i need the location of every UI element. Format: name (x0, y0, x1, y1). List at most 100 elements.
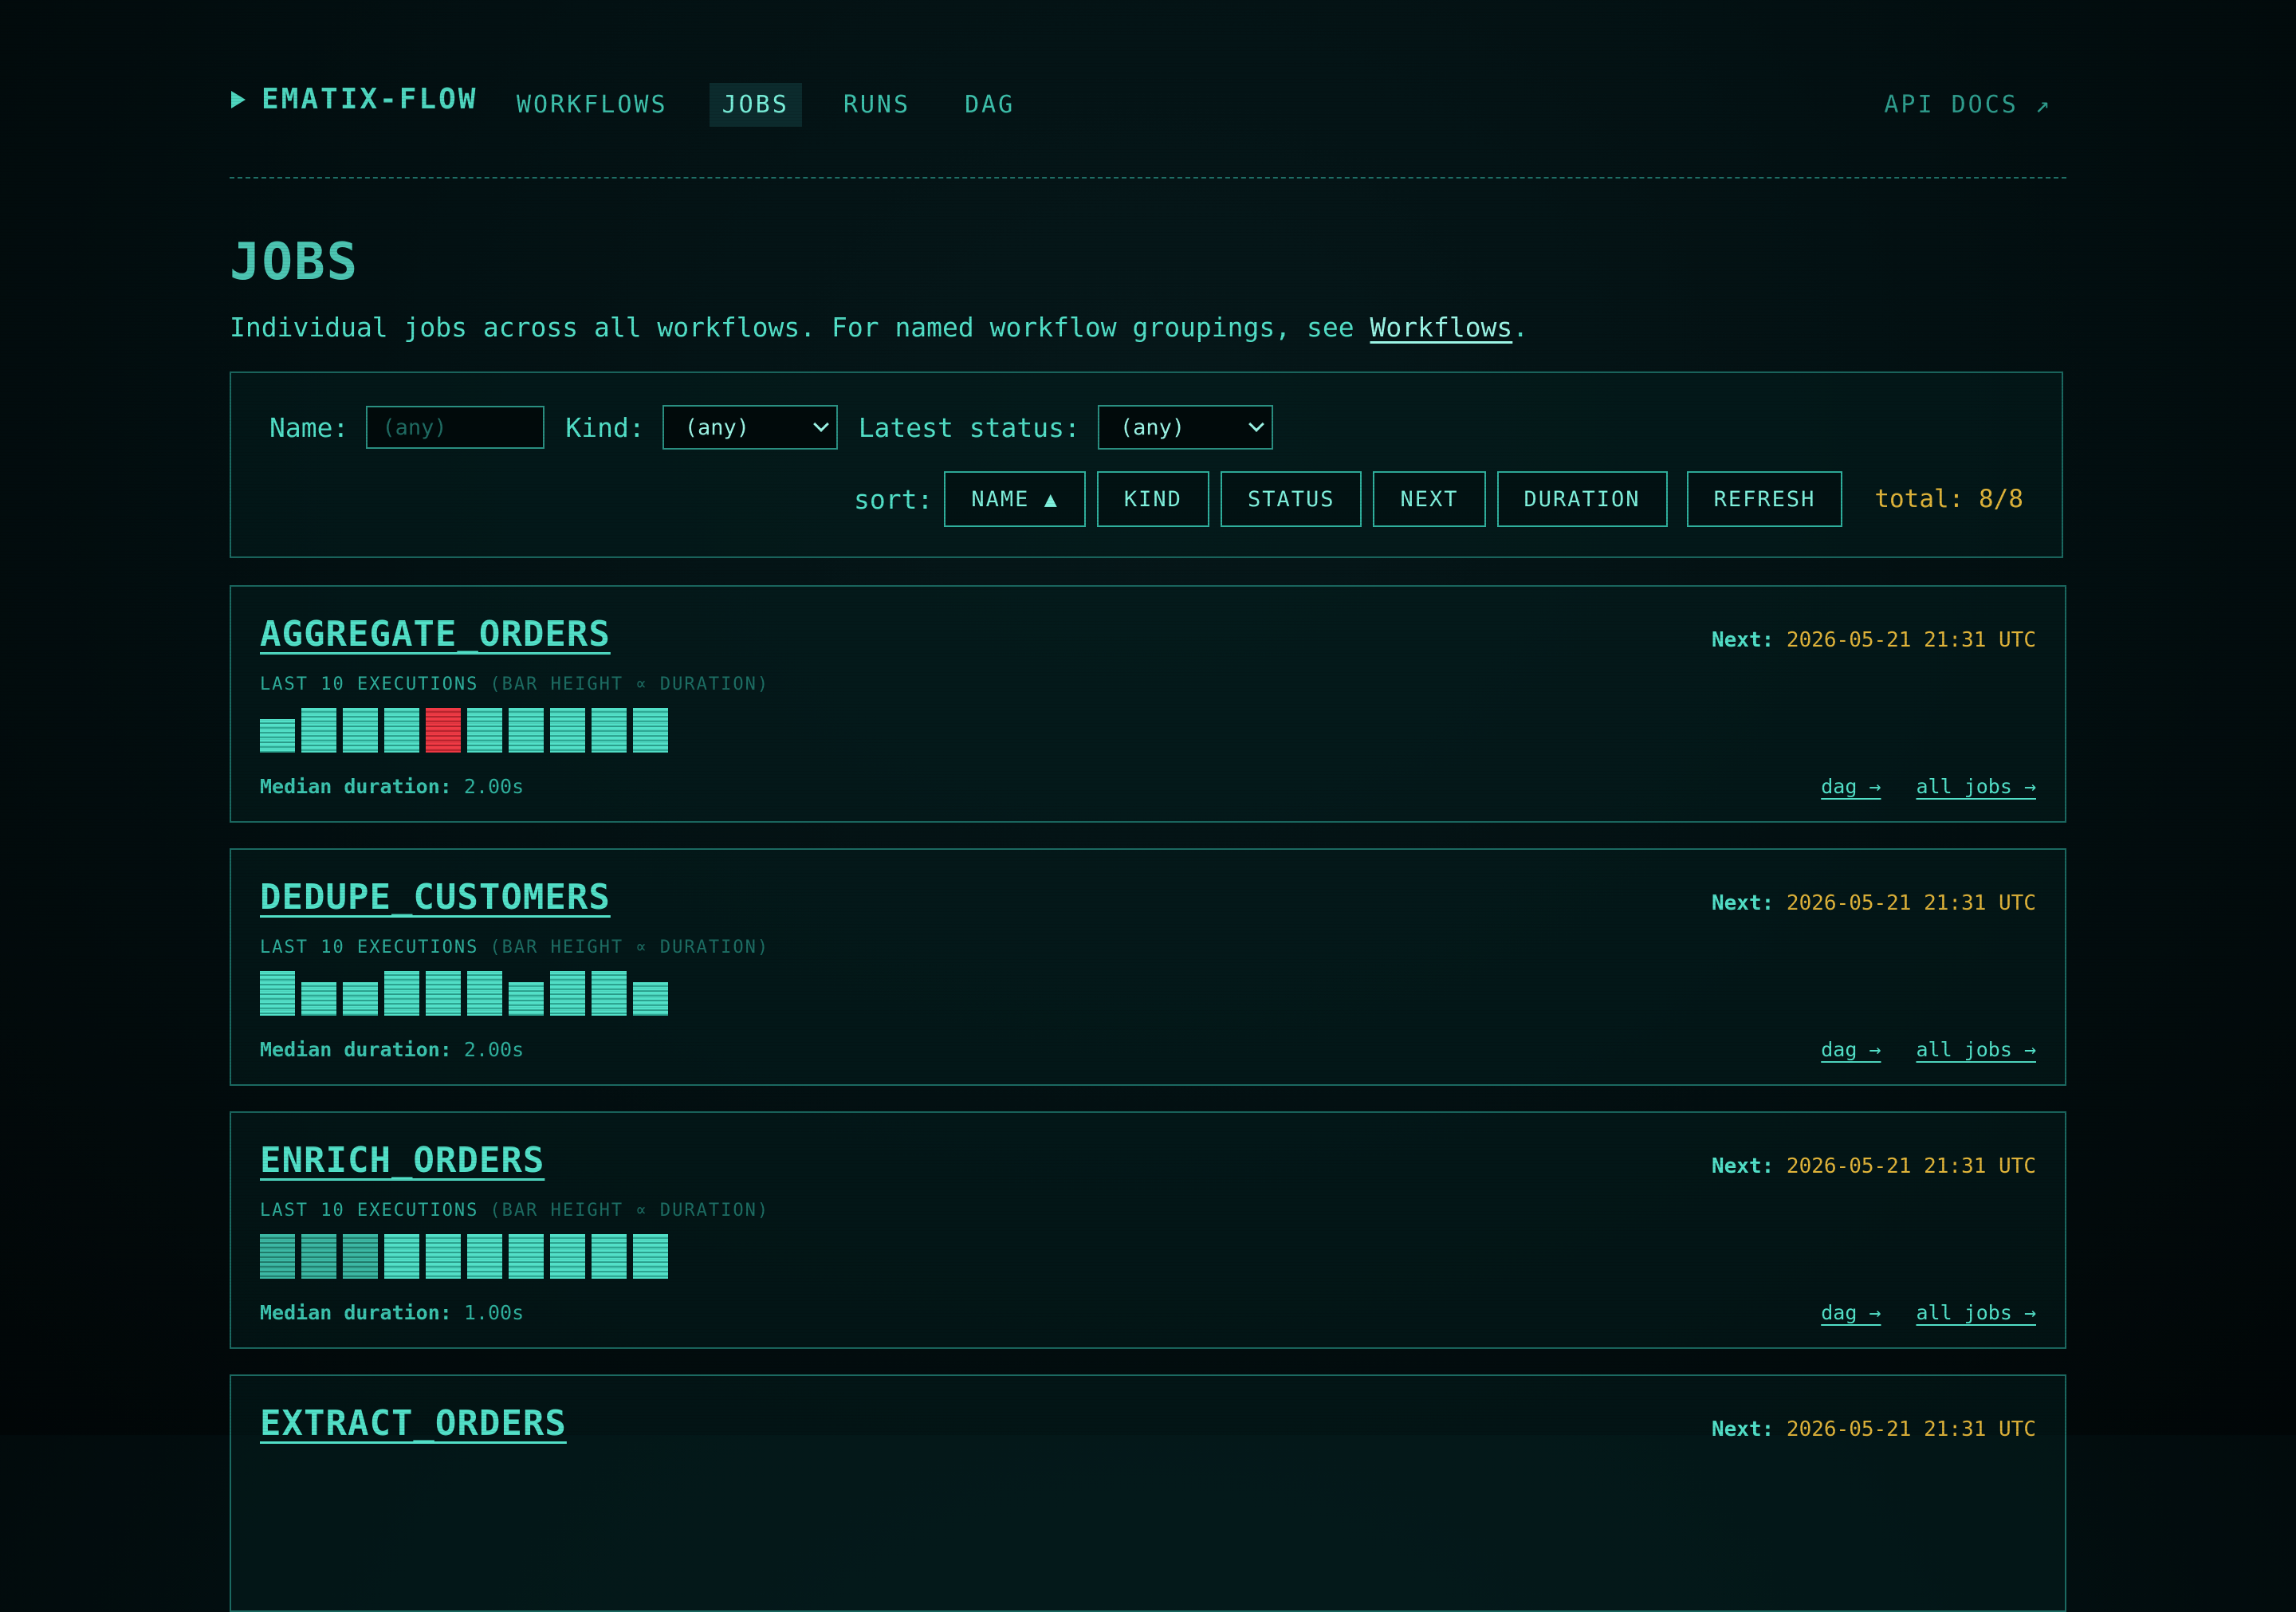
brand-name: EMATIX-FLOW (261, 83, 478, 116)
job-name-link[interactable]: ENRICH_ORDERS (260, 1140, 545, 1181)
median-duration: Median duration: 1.00s (260, 1301, 524, 1324)
page-container: EMATIX-FLOW WORKFLOWS JOBS RUNS DAG API … (230, 0, 2066, 1612)
sort-status-button[interactable]: STATUS (1220, 471, 1362, 527)
next-value: 2026-05-21 21:31 UTC (1786, 891, 2036, 915)
execution-bar[interactable] (301, 982, 336, 1016)
next-value: 2026-05-21 21:31 UTC (1786, 1417, 2036, 1441)
executions-label: LAST 10 EXECUTIONS (BAR HEIGHT ∝ DURATION… (260, 938, 769, 957)
executions-title: LAST 10 EXECUTIONS (260, 674, 479, 694)
execution-bar[interactable] (301, 1234, 336, 1279)
kind-filter-select[interactable]: (any) (662, 405, 838, 450)
median-label: Median duration: (260, 775, 452, 798)
execution-bar[interactable] (467, 971, 502, 1016)
all-jobs-link[interactable]: all jobs → (1916, 1301, 2036, 1324)
job-name-link[interactable]: EXTRACT_ORDERS (260, 1403, 567, 1444)
dag-link[interactable]: dag → (1821, 1038, 1881, 1061)
job-links: dag → all jobs → (1786, 1038, 2036, 1061)
workflows-link[interactable]: Workflows (1370, 312, 1512, 343)
execution-bars (260, 971, 674, 1016)
execution-bar[interactable] (260, 971, 295, 1016)
nav-link-runs[interactable]: RUNS (831, 83, 923, 127)
job-name-link[interactable]: AGGREGATE_ORDERS (260, 614, 611, 655)
status-filter-select[interactable]: (any) (1097, 405, 1273, 450)
api-docs-link[interactable]: API DOCS ↗ (1884, 91, 2052, 119)
sort-name-button[interactable]: NAME ▲ (944, 471, 1086, 527)
execution-bar[interactable] (260, 719, 295, 753)
execution-bar[interactable] (343, 708, 378, 753)
job-links: dag → all jobs → (1786, 1301, 2036, 1324)
execution-bar[interactable] (384, 1234, 419, 1279)
executions-label: LAST 10 EXECUTIONS (BAR HEIGHT ∝ DURATION… (260, 1201, 769, 1221)
all-jobs-link[interactable]: all jobs → (1916, 1038, 2036, 1061)
executions-note: (BAR HEIGHT ∝ DURATION) (489, 674, 770, 694)
sort-row: sort: NAME ▲ KIND STATUS NEXT DURATION R… (854, 471, 2023, 527)
next-value: 2026-05-21 21:31 UTC (1786, 1154, 2036, 1178)
execution-bar[interactable] (592, 971, 627, 1016)
execution-bar[interactable] (550, 971, 585, 1016)
execution-bar[interactable] (260, 1234, 295, 1279)
median-value: 2.00s (463, 1038, 525, 1061)
median-value: 2.00s (463, 775, 525, 798)
execution-bar[interactable] (633, 1234, 668, 1279)
nav-links: WORKFLOWS JOBS RUNS DAG (517, 83, 1056, 127)
execution-bar[interactable] (343, 982, 378, 1016)
status-filter-value: (any) (1119, 415, 1185, 440)
brand-logo[interactable]: EMATIX-FLOW (231, 83, 478, 116)
execution-bar[interactable] (426, 1234, 461, 1279)
next-value: 2026-05-21 21:31 UTC (1786, 628, 2036, 652)
nav-link-dag[interactable]: DAG (952, 83, 1028, 127)
dag-link[interactable]: dag → (1821, 775, 1881, 798)
executions-title: LAST 10 EXECUTIONS (260, 938, 479, 957)
execution-bars (260, 708, 674, 753)
executions-label: LAST 10 EXECUTIONS (BAR HEIGHT ∝ DURATION… (260, 674, 769, 694)
sort-label: sort: (854, 483, 934, 515)
execution-bar[interactable] (509, 982, 544, 1016)
name-filter-input[interactable]: (any) (366, 406, 545, 449)
execution-bar[interactable] (592, 1234, 627, 1279)
execution-bar[interactable] (509, 1234, 544, 1279)
next-label: Next: (1711, 1154, 1775, 1178)
execution-bar[interactable] (426, 708, 461, 753)
status-filter-label: Latest status: (858, 411, 1080, 443)
sort-next-button[interactable]: NEXT (1373, 471, 1486, 527)
page-intro: Individual jobs across all workflows. Fo… (230, 312, 1528, 343)
total-count: total: 8/8 (1874, 485, 2023, 513)
job-name-link[interactable]: DEDUPE_CUSTOMERS (260, 877, 611, 918)
execution-bar[interactable] (509, 708, 544, 753)
execution-bar[interactable] (550, 1234, 585, 1279)
execution-bar[interactable] (343, 1234, 378, 1279)
execution-bar[interactable] (633, 708, 668, 753)
next-run: Next: 2026-05-21 21:31 UTC (1712, 628, 2036, 652)
execution-bar[interactable] (384, 971, 419, 1016)
nav-link-jobs[interactable]: JOBS (709, 83, 802, 127)
next-label: Next: (1711, 1417, 1775, 1441)
execution-bar[interactable] (426, 971, 461, 1016)
refresh-button[interactable]: REFRESH (1686, 471, 1843, 527)
job-links: dag → all jobs → (1786, 775, 2036, 798)
median-label: Median duration: (260, 1038, 452, 1061)
job-card: DEDUPE_CUSTOMERS Next: 2026-05-21 21:31 … (230, 848, 2066, 1086)
execution-bar[interactable] (633, 982, 668, 1016)
nav-link-workflows[interactable]: WORKFLOWS (504, 83, 681, 127)
execution-bar[interactable] (467, 708, 502, 753)
execution-bar[interactable] (550, 708, 585, 753)
next-label: Next: (1711, 628, 1775, 652)
execution-bar[interactable] (301, 708, 336, 753)
intro-text: Individual jobs across all workflows. Fo… (230, 312, 1370, 343)
page-title: JOBS (230, 233, 360, 292)
kind-filter-label: Kind: (565, 411, 645, 443)
all-jobs-link[interactable]: all jobs → (1916, 775, 2036, 798)
play-icon (231, 90, 246, 108)
execution-bar[interactable] (467, 1234, 502, 1279)
execution-bar[interactable] (592, 708, 627, 753)
executions-title: LAST 10 EXECUTIONS (260, 1201, 479, 1221)
kind-filter-value: (any) (684, 415, 749, 440)
dag-link[interactable]: dag → (1821, 1301, 1881, 1324)
next-run: Next: 2026-05-21 21:31 UTC (1712, 1154, 2036, 1178)
sort-kind-button[interactable]: KIND (1096, 471, 1209, 527)
median-label: Median duration: (260, 1301, 452, 1324)
next-label: Next: (1711, 891, 1775, 915)
filter-panel: Name: (any) Kind: (any) Latest status: (… (230, 372, 2063, 558)
sort-duration-button[interactable]: DURATION (1496, 471, 1668, 527)
execution-bar[interactable] (384, 708, 419, 753)
